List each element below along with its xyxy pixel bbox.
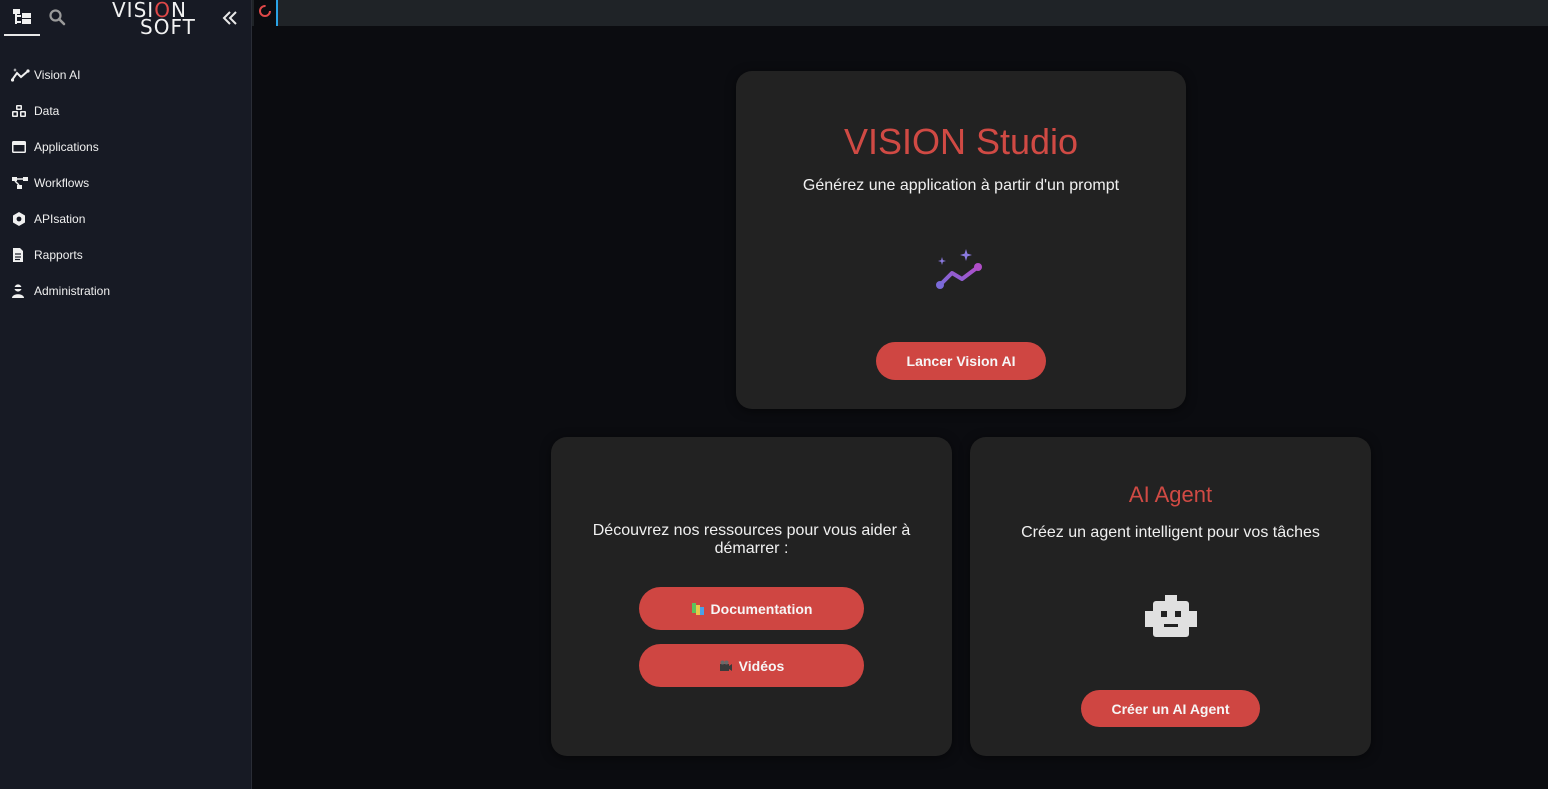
studio-title: VISION Studio — [843, 121, 1079, 162]
documentation-button[interactable]: Documentation — [639, 587, 864, 630]
vision-studio-card: VISION Studio Générez une application à … — [736, 71, 1186, 409]
sidebar-item-label: Vision AI — [34, 68, 81, 82]
search-icon — [48, 8, 66, 31]
sidebar-item-label: APIsation — [34, 212, 86, 226]
sparkle-chart-icon — [934, 247, 990, 291]
tree-view-button[interactable] — [4, 4, 40, 36]
resources-text: Découvrez nos ressources pour vous aider… — [592, 522, 911, 557]
sidebar-item-label: Workflows — [34, 176, 90, 190]
create-ai-agent-button[interactable]: Créer un AI Agent — [1081, 690, 1260, 727]
sidebar-item-label: Applications — [34, 140, 99, 154]
studio-subtitle: Générez une application à partir d'un pr… — [802, 177, 1120, 194]
visionsoft-logo: VISION SOFT — [112, 0, 196, 39]
agent-subtitle: Créez un agent intelligent pour vos tâch… — [1021, 524, 1320, 541]
double-chevron-left-icon — [222, 10, 238, 31]
workflow-icon — [11, 175, 31, 191]
videos-button[interactable]: Vidéos — [639, 644, 864, 687]
sidebar-item-label: Administration — [34, 284, 111, 298]
sidebar-header: VISION SOFT — [0, 0, 252, 40]
search-button[interactable] — [46, 8, 68, 30]
document-icon — [11, 247, 31, 263]
tree-icon — [12, 8, 32, 31]
ai-agent-card: AI Agent Créez un agent intelligent pour… — [970, 437, 1371, 756]
user-admin-icon — [11, 283, 31, 299]
sidebar-item-apisation[interactable]: APIsation — [0, 201, 252, 237]
collapse-sidebar-button[interactable] — [220, 10, 240, 30]
agent-title: AI Agent — [1128, 482, 1213, 507]
cubes-icon — [11, 103, 31, 119]
tab-loading[interactable] — [254, 0, 278, 26]
documentation-label: Documentation — [710, 600, 813, 617]
sparkle-chart-icon — [11, 67, 31, 83]
sidebar-nav: Vision AI Data Applications Workflows AP… — [0, 57, 252, 309]
sidebar-item-rapports[interactable]: Rapports — [0, 237, 252, 273]
books-icon — [691, 602, 705, 616]
launch-vision-ai-button[interactable]: Lancer Vision AI — [876, 342, 1046, 380]
loading-spinner-icon — [258, 4, 272, 23]
sidebar-item-administration[interactable]: Administration — [0, 273, 252, 309]
resources-card: Découvrez nos ressources pour vous aider… — [551, 437, 952, 756]
cog-hex-icon — [11, 211, 31, 227]
robot-icon — [1145, 595, 1197, 637]
videos-label: Vidéos — [738, 657, 785, 674]
sidebar-item-label: Data — [34, 104, 60, 118]
sidebar-item-applications[interactable]: Applications — [0, 129, 252, 165]
sidebar-item-vision-ai[interactable]: Vision AI — [0, 57, 252, 93]
sidebar: VISION SOFT Vision AI Data Applications … — [0, 0, 252, 789]
sidebar-item-workflows[interactable]: Workflows — [0, 165, 252, 201]
video-camera-icon — [719, 660, 733, 672]
sidebar-item-label: Rapports — [34, 248, 83, 262]
tab-bar — [252, 0, 1548, 26]
window-icon — [11, 139, 31, 155]
sidebar-item-data[interactable]: Data — [0, 93, 252, 129]
